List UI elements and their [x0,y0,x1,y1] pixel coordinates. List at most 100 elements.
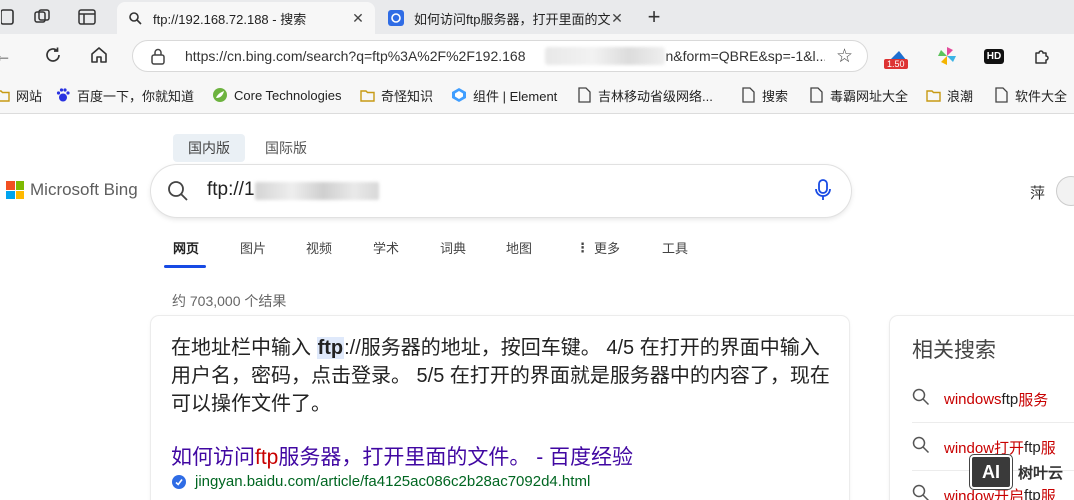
related-text: windows [944,390,1002,408]
region-tab-international[interactable]: 国际版 [251,134,321,162]
scope-images[interactable]: 图片 [240,238,266,257]
bookmark-label: 软件大全 [1015,88,1068,104]
folder-icon [359,87,375,103]
lock-icon[interactable] [151,48,165,70]
bookmark-label: Core Technologies [234,87,342,103]
search-icon [912,436,930,458]
bookmark-label: 毒霸网址大全 [830,88,909,104]
bookmark-item[interactable]: 毒霸网址大全 [808,85,908,105]
related-text: 服务 [1018,391,1049,409]
extensions-puzzle-icon[interactable] [1028,42,1056,70]
watermark-text: 树叶云 [1018,464,1064,482]
extension-pinwheel-icon[interactable] [933,42,961,70]
new-tab-icon[interactable]: + [642,4,666,29]
bookmark-item[interactable]: 搜索 [740,85,788,105]
redaction-blur [255,182,379,200]
refresh-icon[interactable] [40,42,66,68]
region-tab-domestic[interactable]: 国内版 [173,134,245,162]
favorite-star-icon[interactable]: ☆ [836,45,853,68]
microsoft-logo-icon [6,181,24,199]
bing-logo[interactable]: Microsoft Bing [6,180,138,200]
tab-bing-search[interactable]: ftp://192.168.72.188 - 搜索 ✕ [117,2,375,34]
answer-highlight: ftp [316,337,345,359]
related-item[interactable]: windows ftp 服务 [912,388,1048,410]
url-head: https://cn.bing.com/search?q=ftp%3A%2F%2… [185,48,526,64]
result-url-text: jingyan.baidu.com/article/fa4125ac086c2b… [195,473,591,490]
scope-maps[interactable]: 地图 [506,238,532,257]
spring-leaf-icon [212,87,228,103]
bing-results-page: 国内版 国际版 Microsoft Bing ftp://1 萍 网页 图片 视… [0,114,1074,500]
tab-baidu-jingyan[interactable]: 如何访问ftp服务器，打开里面的文 ✕ [378,2,634,34]
document-icon [576,87,592,103]
bookmark-label: 奇怪知识 [381,88,434,104]
extension-speed-icon[interactable]: 1.50 [884,42,912,70]
back-arrow-icon[interactable]: ← [0,42,16,68]
redaction-blur [545,47,665,65]
baidu-jingyan-favicon-icon [171,474,187,490]
search-icon [912,388,930,410]
address-bar[interactable]: https://cn.bing.com/search?q=ftp%3A%2F%2… [132,40,868,72]
title-highlight: ftp [255,446,279,469]
result-title-link[interactable]: 如何访问ftp服务器，打开里面的文件。 - 百度经验 [171,441,633,471]
document-icon [740,87,756,103]
active-scope-indicator [164,265,206,268]
tab-title: 如何访问ftp服务器，打开里面的文 [414,11,611,27]
close-icon[interactable]: ✕ [608,9,626,27]
tab-strip: ftp://192.168.72.188 - 搜索 ✕ 如何访问ftp服务器，打… [0,0,1074,34]
profile-icon[interactable] [0,5,20,29]
divider [912,422,1074,423]
brand-text: Microsoft Bing [30,180,138,199]
bookmark-label: 组件 | Element [473,88,558,104]
scope-web[interactable]: 网页 [173,238,199,257]
folder-icon [0,87,10,103]
scope-tools[interactable]: 工具 [662,238,688,257]
document-icon [808,87,824,103]
microphone-icon[interactable] [815,179,831,206]
result-url[interactable]: jingyan.baidu.com/article/fa4125ac086c2b… [171,473,590,490]
url-text: https://cn.bing.com/search?q=ftp%3A%2F%2… [185,48,825,64]
search-icon[interactable] [167,180,189,207]
avatar[interactable] [1056,176,1074,206]
extension-hd-icon[interactable]: HD [980,42,1008,70]
bookmark-item[interactable]: 浪潮 [925,85,973,105]
search-box[interactable]: ftp://1 [151,165,851,217]
bookmark-label: 网站 [16,88,43,104]
workspaces-icon[interactable] [30,5,54,29]
speed-badge: 1.50 [884,59,908,69]
bookmark-item[interactable]: 组件 | Element [451,85,557,105]
bookmark-item[interactable]: Core Technologies [212,85,341,105]
scope-label: 更多 [594,241,621,256]
search-icon [912,484,930,500]
more-dots-icon: ⋮ [576,239,589,255]
vertical-tabs-icon[interactable] [75,5,99,29]
url-tail: n&form=QBRE&sp=-1&l... [665,48,825,64]
bookmark-item[interactable]: 吉林移动省级网络... [576,85,713,105]
scope-dictionary[interactable]: 词典 [440,238,466,257]
folder-icon [925,87,941,103]
title-post: 服务器，打开里面的文件。 - 百度经验 [278,446,634,469]
hd-label: HD [983,48,1005,64]
bookmark-label: 搜索 [762,88,789,104]
close-icon[interactable]: ✕ [349,9,367,27]
search-icon [127,10,143,26]
answer-text-pre: 在地址栏中输入 [171,337,317,359]
watermark: AI 树叶云 [970,452,1070,492]
toolbar: ← https://cn.bing.com/search?q=ftp%3A%2F… [0,34,1074,76]
bookmark-item[interactable]: 百度一下，你就知道 [55,85,194,105]
bookmark-label: 浪潮 [947,88,974,104]
scope-videos[interactable]: 视频 [306,238,332,257]
home-icon[interactable] [86,42,112,68]
search-query[interactable]: ftp://1 [207,179,255,201]
baidu-paw-icon [55,87,71,103]
bookmark-item[interactable]: 网站 [0,85,42,105]
bookmark-item[interactable]: 软件大全 [993,85,1067,105]
related-title: 相关搜索 [912,339,996,362]
bookmark-item[interactable]: 奇怪知识 [359,85,433,105]
document-icon [993,87,1009,103]
answer-text: 在地址栏中输入 ftp://服务器的地址，按回车键。 4/5 在打开的界面中输入… [171,334,841,418]
user-name[interactable]: 萍 [1030,182,1045,203]
scope-academic[interactable]: 学术 [373,238,399,257]
bookmark-label: 吉林移动省级网络... [598,88,713,104]
scope-more[interactable]: ⋮ 更多 [576,238,620,257]
answer-card: 在地址栏中输入 ftp://服务器的地址，按回车键。 4/5 在打开的界面中输入… [151,316,849,500]
